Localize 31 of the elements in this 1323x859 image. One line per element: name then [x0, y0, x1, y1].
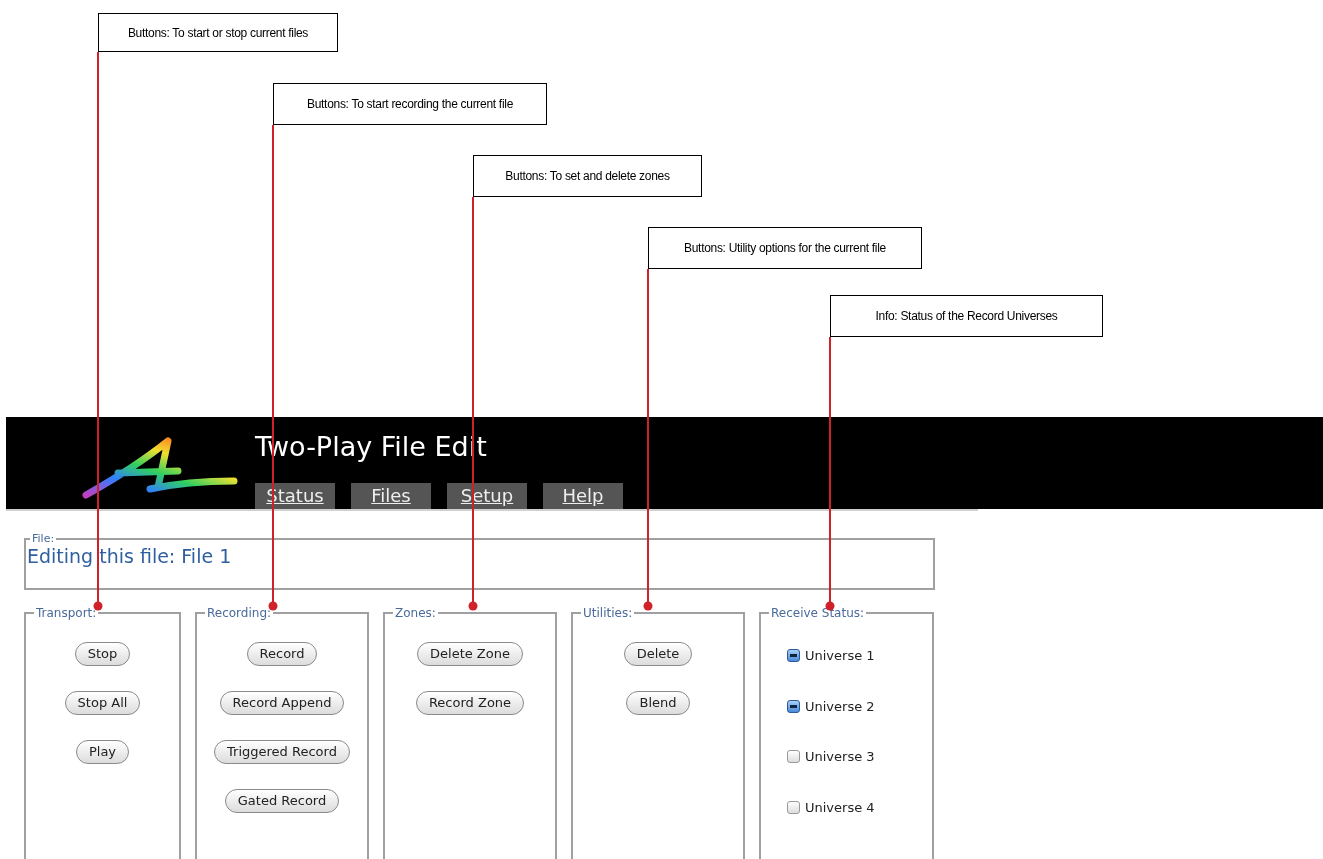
- checkbox-label: Universe 1: [805, 647, 875, 665]
- checkbox[interactable]: [787, 649, 800, 663]
- panel-button[interactable]: Play: [75, 740, 130, 764]
- nav-tab[interactable]: Files: [351, 483, 431, 509]
- panel-legend: Recording:: [205, 604, 274, 622]
- panel-button[interactable]: Record Append: [219, 691, 345, 715]
- panel-legend: Zones:: [393, 604, 438, 622]
- checkbox[interactable]: [787, 800, 800, 814]
- checkbox[interactable]: [787, 699, 800, 713]
- callout-box: Buttons: To set and delete zones: [473, 155, 702, 197]
- panel-button[interactable]: Delete Zone: [417, 642, 523, 666]
- callout-box: Buttons: To start recording the current file: [273, 83, 547, 125]
- panel-button[interactable]: Record: [246, 642, 318, 666]
- callout-box: Info: Status of the Record Universes: [830, 295, 1103, 337]
- checkbox[interactable]: [787, 750, 800, 764]
- callout-box: Buttons: To start or stop current files: [98, 13, 338, 52]
- panel-button[interactable]: Triggered Record: [214, 740, 350, 764]
- panel-legend: Utilities:: [581, 604, 635, 622]
- checkbox-label: Universe 3: [805, 748, 875, 766]
- panel-button[interactable]: Stop: [74, 642, 131, 666]
- checkbox-label: Universe 4: [805, 798, 875, 817]
- nav-tab[interactable]: Help: [543, 483, 623, 509]
- panel-legend: Receive Status:: [769, 604, 867, 622]
- panel-button[interactable]: Gated Record: [224, 789, 340, 813]
- panel-button[interactable]: Stop All: [64, 691, 141, 715]
- checkbox-label: Universe 2: [805, 697, 875, 716]
- panel-legend: Transport:: [34, 604, 99, 622]
- panel-button[interactable]: Blend: [626, 691, 690, 715]
- panel-button[interactable]: Record Zone: [415, 691, 525, 715]
- panel-button[interactable]: Delete: [623, 642, 693, 666]
- callout-box: Buttons: Utility options for the current file: [648, 227, 922, 269]
